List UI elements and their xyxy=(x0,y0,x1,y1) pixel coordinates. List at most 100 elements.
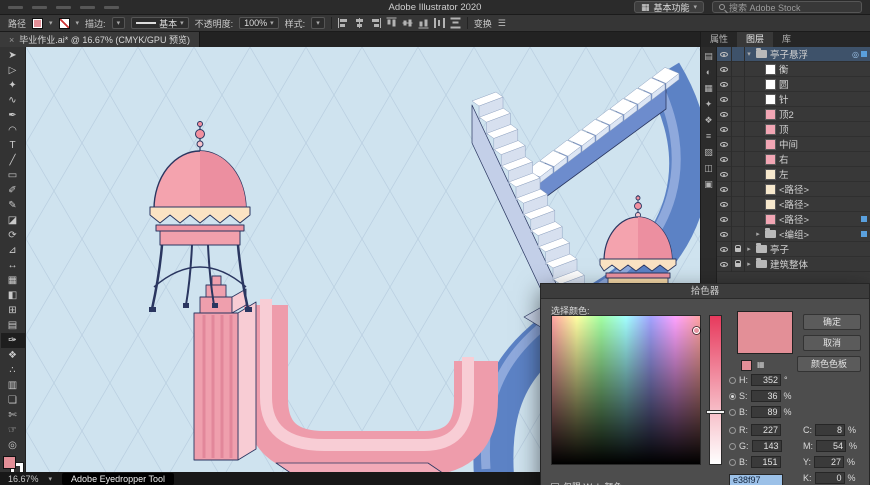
expand-arrow-icon[interactable]: ▸ xyxy=(754,230,762,238)
layer-row[interactable]: ▸ 建筑整体 xyxy=(717,256,870,272)
color-field-marker[interactable] xyxy=(693,327,700,334)
cancel-button[interactable]: 取消 xyxy=(803,335,861,351)
distribute-horizontal-center-icon[interactable] xyxy=(433,18,445,28)
saturation-slider-indicator[interactable] xyxy=(707,411,724,413)
rgb-g-field[interactable]: 143 xyxy=(751,440,782,452)
cmyk-c-field[interactable]: 8 xyxy=(815,424,845,436)
layer-visibility-toggle[interactable] xyxy=(717,61,732,77)
web-colors-only-option[interactable]: 仅限 Web 颜色 xyxy=(551,480,622,485)
curvature-tool[interactable]: ◠ xyxy=(1,123,25,138)
color-guide-panel-icon[interactable]: ◐ xyxy=(706,68,711,77)
layer-row[interactable]: ▸ <编组> xyxy=(717,226,870,242)
layer-lock-toggle[interactable] xyxy=(732,226,745,242)
rgb-r-field[interactable]: 227 xyxy=(751,424,781,436)
layer-row[interactable]: ▸ 亭子 xyxy=(717,241,870,257)
align-horizontal-center-icon[interactable] xyxy=(353,18,365,28)
direct-selection-tool[interactable]: ▷ xyxy=(1,63,25,78)
swatches-panel-icon[interactable]: ▦ xyxy=(704,84,713,93)
rgb-b-field[interactable]: 151 xyxy=(750,456,781,468)
menu-item[interactable] xyxy=(8,5,23,9)
align-vertical-bottom-icon[interactable] xyxy=(418,17,429,29)
layer-visibility-toggle[interactable] xyxy=(717,211,732,227)
selection-tool[interactable]: ➤ xyxy=(1,48,25,63)
layer-lock-toggle[interactable] xyxy=(732,121,745,137)
layer-row[interactable]: <路径> xyxy=(717,211,870,227)
layer-row[interactable]: <路径> xyxy=(717,196,870,212)
layer-row[interactable]: 左 xyxy=(717,166,870,182)
layer-visibility-toggle[interactable] xyxy=(717,166,732,182)
layer-row[interactable]: 右 xyxy=(717,151,870,167)
layer-visibility-toggle[interactable] xyxy=(717,151,732,167)
layer-visibility-toggle[interactable] xyxy=(717,76,732,92)
layer-lock-toggle[interactable] xyxy=(732,256,745,272)
pen-tool[interactable]: ✒ xyxy=(1,108,25,123)
layer-lock-toggle[interactable] xyxy=(732,76,745,92)
hsb-s-radio[interactable] xyxy=(729,392,736,400)
blend-tool[interactable]: ❖ xyxy=(1,348,25,363)
symbols-panel-icon[interactable]: ❖ xyxy=(704,116,712,125)
panel-tab-属性[interactable]: 属性 xyxy=(701,32,737,47)
selection-indicator[interactable] xyxy=(861,51,867,57)
selection-indicator[interactable] xyxy=(861,231,867,237)
layer-visibility-toggle[interactable] xyxy=(717,196,732,212)
layer-target-icon[interactable]: ◎ xyxy=(852,50,859,59)
brushes-panel-icon[interactable]: ✦ xyxy=(705,100,713,109)
slice-tool[interactable]: ✄ xyxy=(1,408,25,423)
hsb-b-radio[interactable] xyxy=(729,408,736,416)
distribute-vertical-center-icon[interactable] xyxy=(450,17,461,29)
stroke-weight-dropdown[interactable]: ▾ xyxy=(111,17,126,29)
layer-visibility-toggle[interactable] xyxy=(717,256,732,272)
type-tool[interactable]: T xyxy=(1,138,25,153)
layer-row[interactable]: <路径> xyxy=(717,181,870,197)
symbol-sprayer-tool[interactable]: ∴ xyxy=(1,363,25,378)
brush-definition-dropdown[interactable]: 基本 ▾ xyxy=(131,17,189,29)
menu-item[interactable] xyxy=(56,5,71,9)
layer-visibility-toggle[interactable] xyxy=(717,226,732,242)
layer-visibility-toggle[interactable] xyxy=(717,181,732,197)
layer-row[interactable]: 中间 xyxy=(717,136,870,152)
document-tab[interactable]: × 毕业作业.ai* @ 16.67% (CMYK/GPU 预览) xyxy=(0,32,200,47)
dialog-title-bar[interactable]: 拾色器 xyxy=(541,284,869,299)
expand-arrow-icon[interactable]: ▸ xyxy=(745,245,753,253)
eyedropper-tool[interactable]: ✑ xyxy=(0,333,25,348)
cmyk-y-field[interactable]: 27 xyxy=(814,456,845,468)
layer-lock-toggle[interactable] xyxy=(732,241,745,257)
color-field[interactable] xyxy=(551,315,701,465)
graph-tool[interactable]: ▥ xyxy=(1,378,25,393)
transparency-panel-icon[interactable]: ◫ xyxy=(704,164,713,173)
layer-lock-toggle[interactable] xyxy=(732,181,745,197)
align-vertical-center-icon[interactable] xyxy=(402,17,413,29)
hsb-h-field[interactable]: 352 xyxy=(751,374,781,386)
layer-row[interactable]: 圆 xyxy=(717,76,870,92)
rgb-b-radio[interactable] xyxy=(729,458,736,466)
opacity-dropdown[interactable]: 100% ▾ xyxy=(239,17,279,29)
panel-tab-图层[interactable]: 图层 xyxy=(737,32,774,47)
layer-visibility-toggle[interactable] xyxy=(717,121,732,137)
layer-lock-toggle[interactable] xyxy=(732,61,745,77)
layer-visibility-toggle[interactable] xyxy=(717,91,732,107)
color-panel-icon[interactable]: ▤ xyxy=(704,52,713,61)
pencil-tool[interactable]: ✎ xyxy=(1,198,25,213)
artboard-tool[interactable]: ❏ xyxy=(1,393,25,408)
layer-visibility-toggle[interactable] xyxy=(717,47,732,62)
paintbrush-tool[interactable]: ✐ xyxy=(1,183,25,198)
mesh-tool[interactable]: ⊞ xyxy=(1,303,25,318)
panel-tab-库[interactable]: 库 xyxy=(773,32,800,47)
menu-item[interactable] xyxy=(104,5,119,9)
expand-arrow-icon[interactable]: ▾ xyxy=(745,50,753,58)
layer-visibility-toggle[interactable] xyxy=(717,106,732,122)
rgb-g-radio[interactable] xyxy=(729,442,736,450)
align-horizontal-left-icon[interactable] xyxy=(337,18,349,28)
ok-button[interactable]: 确定 xyxy=(803,314,861,330)
saturation-slider[interactable] xyxy=(709,315,722,465)
lasso-tool[interactable]: ∿ xyxy=(1,93,25,108)
line-segment-tool[interactable]: ╱ xyxy=(1,153,25,168)
cmyk-m-field[interactable]: 54 xyxy=(816,440,846,452)
appearance-panel-icon[interactable]: ▣ xyxy=(704,180,713,189)
gradient-tool[interactable]: ▤ xyxy=(1,318,25,333)
hsb-h-radio[interactable] xyxy=(729,376,736,384)
zoom-level[interactable]: 16.67% xyxy=(8,474,39,484)
selection-indicator[interactable] xyxy=(861,216,867,222)
layer-lock-toggle[interactable] xyxy=(732,151,745,167)
magic-wand-tool[interactable]: ✦ xyxy=(1,78,25,93)
